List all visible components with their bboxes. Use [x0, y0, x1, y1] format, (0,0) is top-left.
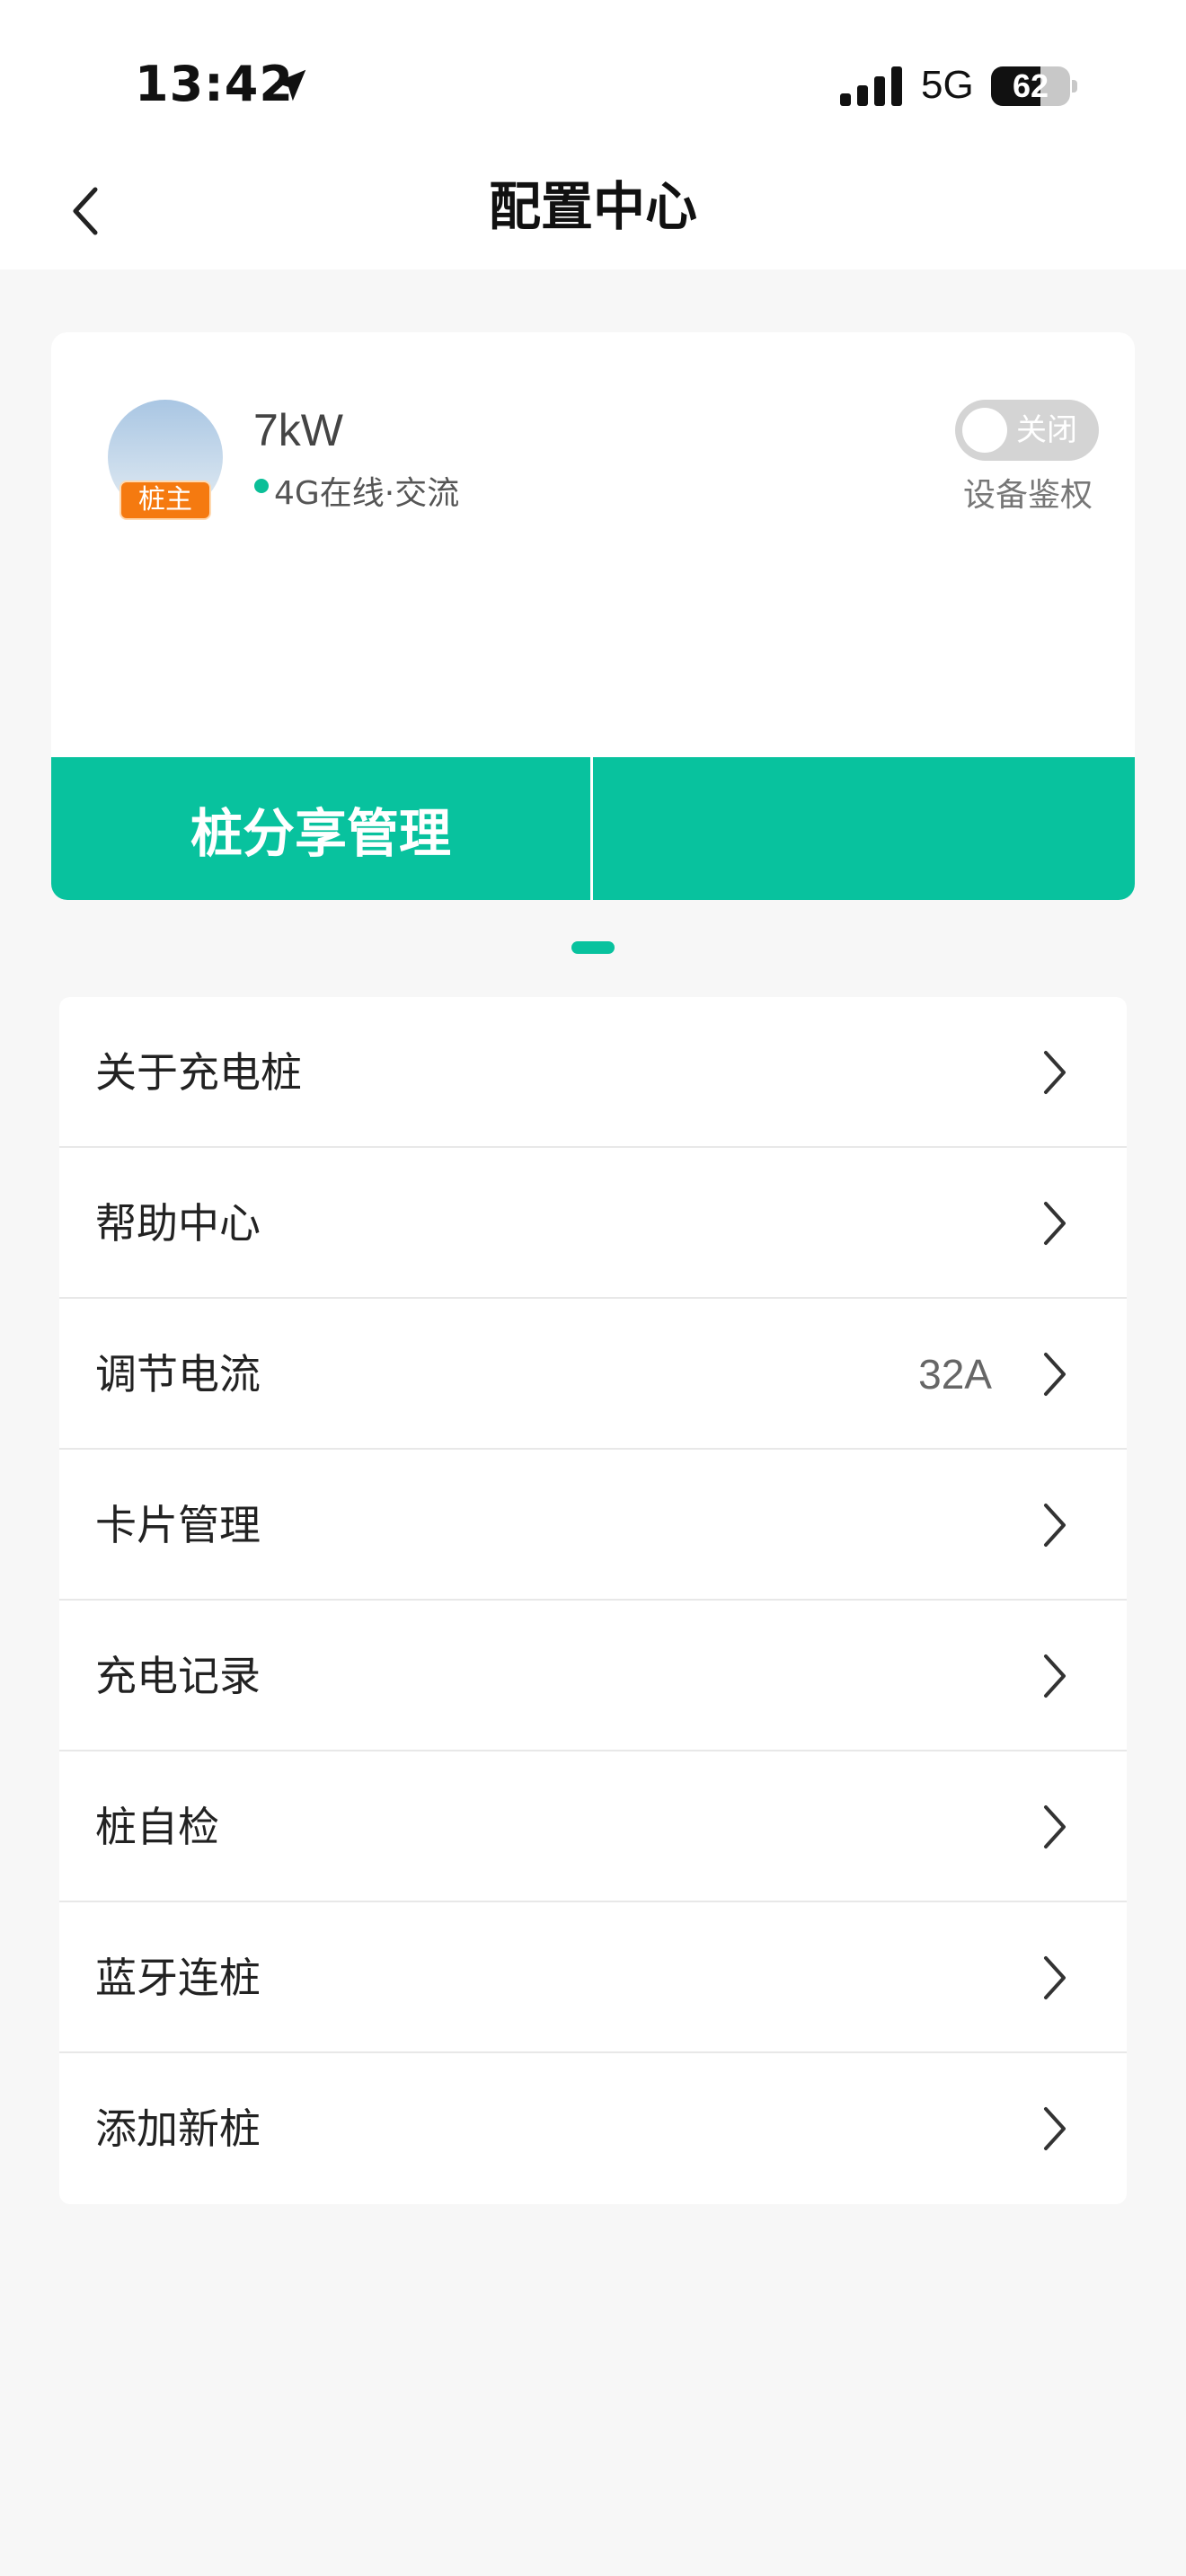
share-bar-empty-slot	[593, 757, 1135, 900]
owner-badge: 桩主	[119, 481, 211, 520]
share-management-button[interactable]: 桩分享管理	[51, 757, 590, 900]
chevron-right-icon	[1044, 1504, 1066, 1547]
chevron-right-icon	[1044, 1654, 1066, 1698]
online-status-dot	[254, 479, 269, 493]
device-auth-label: 设备鉴权	[963, 477, 1093, 514]
status-bar: 13:42 5G 62	[0, 0, 1186, 144]
chevron-right-icon	[1044, 1805, 1066, 1848]
cellular-signal-icon	[840, 66, 902, 106]
settings-menu-list: 关于充电桩帮助中心调节电流 32A 卡片管理充电记录桩自检蓝牙连桩添加新桩	[59, 997, 1127, 2204]
menu-item-label: 卡片管理	[95, 1501, 261, 1549]
chevron-right-icon	[1044, 1353, 1066, 1396]
battery-icon: 62	[991, 66, 1070, 106]
navigation-bar: 配置中心	[0, 144, 1186, 269]
device-card: 桩主 7kW 4G在线·交流 关闭 设备鉴权 桩分享管理	[51, 332, 1135, 900]
device-status: 4G在线·交流	[274, 475, 460, 512]
toggle-label: 关闭	[1016, 412, 1077, 448]
chevron-left-icon	[73, 187, 98, 235]
menu-item-label: 桩自检	[95, 1803, 219, 1851]
back-button[interactable]	[54, 180, 117, 243]
chevron-right-icon	[1044, 1051, 1066, 1094]
chevron-right-icon	[1044, 1202, 1066, 1245]
menu-item[interactable]: 帮助中心	[59, 1148, 1127, 1299]
network-type-label: 5G	[921, 63, 974, 107]
menu-item[interactable]: 关于充电桩	[59, 997, 1127, 1148]
menu-item-label: 蓝牙连桩	[95, 1954, 261, 2002]
menu-item-label: 关于充电桩	[95, 1048, 302, 1097]
menu-item[interactable]: 调节电流 32A	[59, 1299, 1127, 1450]
battery-nub	[1072, 80, 1077, 93]
chevron-right-icon	[1044, 1956, 1066, 1999]
menu-item[interactable]: 卡片管理	[59, 1450, 1127, 1601]
menu-item-label: 添加新桩	[95, 2104, 261, 2153]
menu-item[interactable]: 充电记录	[59, 1601, 1127, 1751]
menu-item-value: 32A	[918, 1351, 992, 1398]
chevron-right-icon	[1044, 2107, 1066, 2150]
page-indicator	[571, 941, 615, 954]
location-arrow-icon	[274, 69, 306, 101]
menu-item-label: 充电记录	[95, 1652, 261, 1700]
menu-item-label: 调节电流	[95, 1350, 261, 1398]
device-name: 7kW	[253, 405, 343, 455]
menu-item[interactable]: 蓝牙连桩	[59, 1902, 1127, 2053]
toggle-knob	[962, 408, 1007, 453]
menu-item-label: 帮助中心	[95, 1199, 261, 1248]
share-bar: 桩分享管理	[51, 757, 1135, 900]
page-title: 配置中心	[488, 176, 697, 237]
menu-item[interactable]: 添加新桩	[59, 2053, 1127, 2204]
device-auth-toggle[interactable]: 关闭	[955, 400, 1099, 461]
battery-percentage: 62	[1012, 67, 1049, 104]
menu-item[interactable]: 桩自检	[59, 1751, 1127, 1902]
